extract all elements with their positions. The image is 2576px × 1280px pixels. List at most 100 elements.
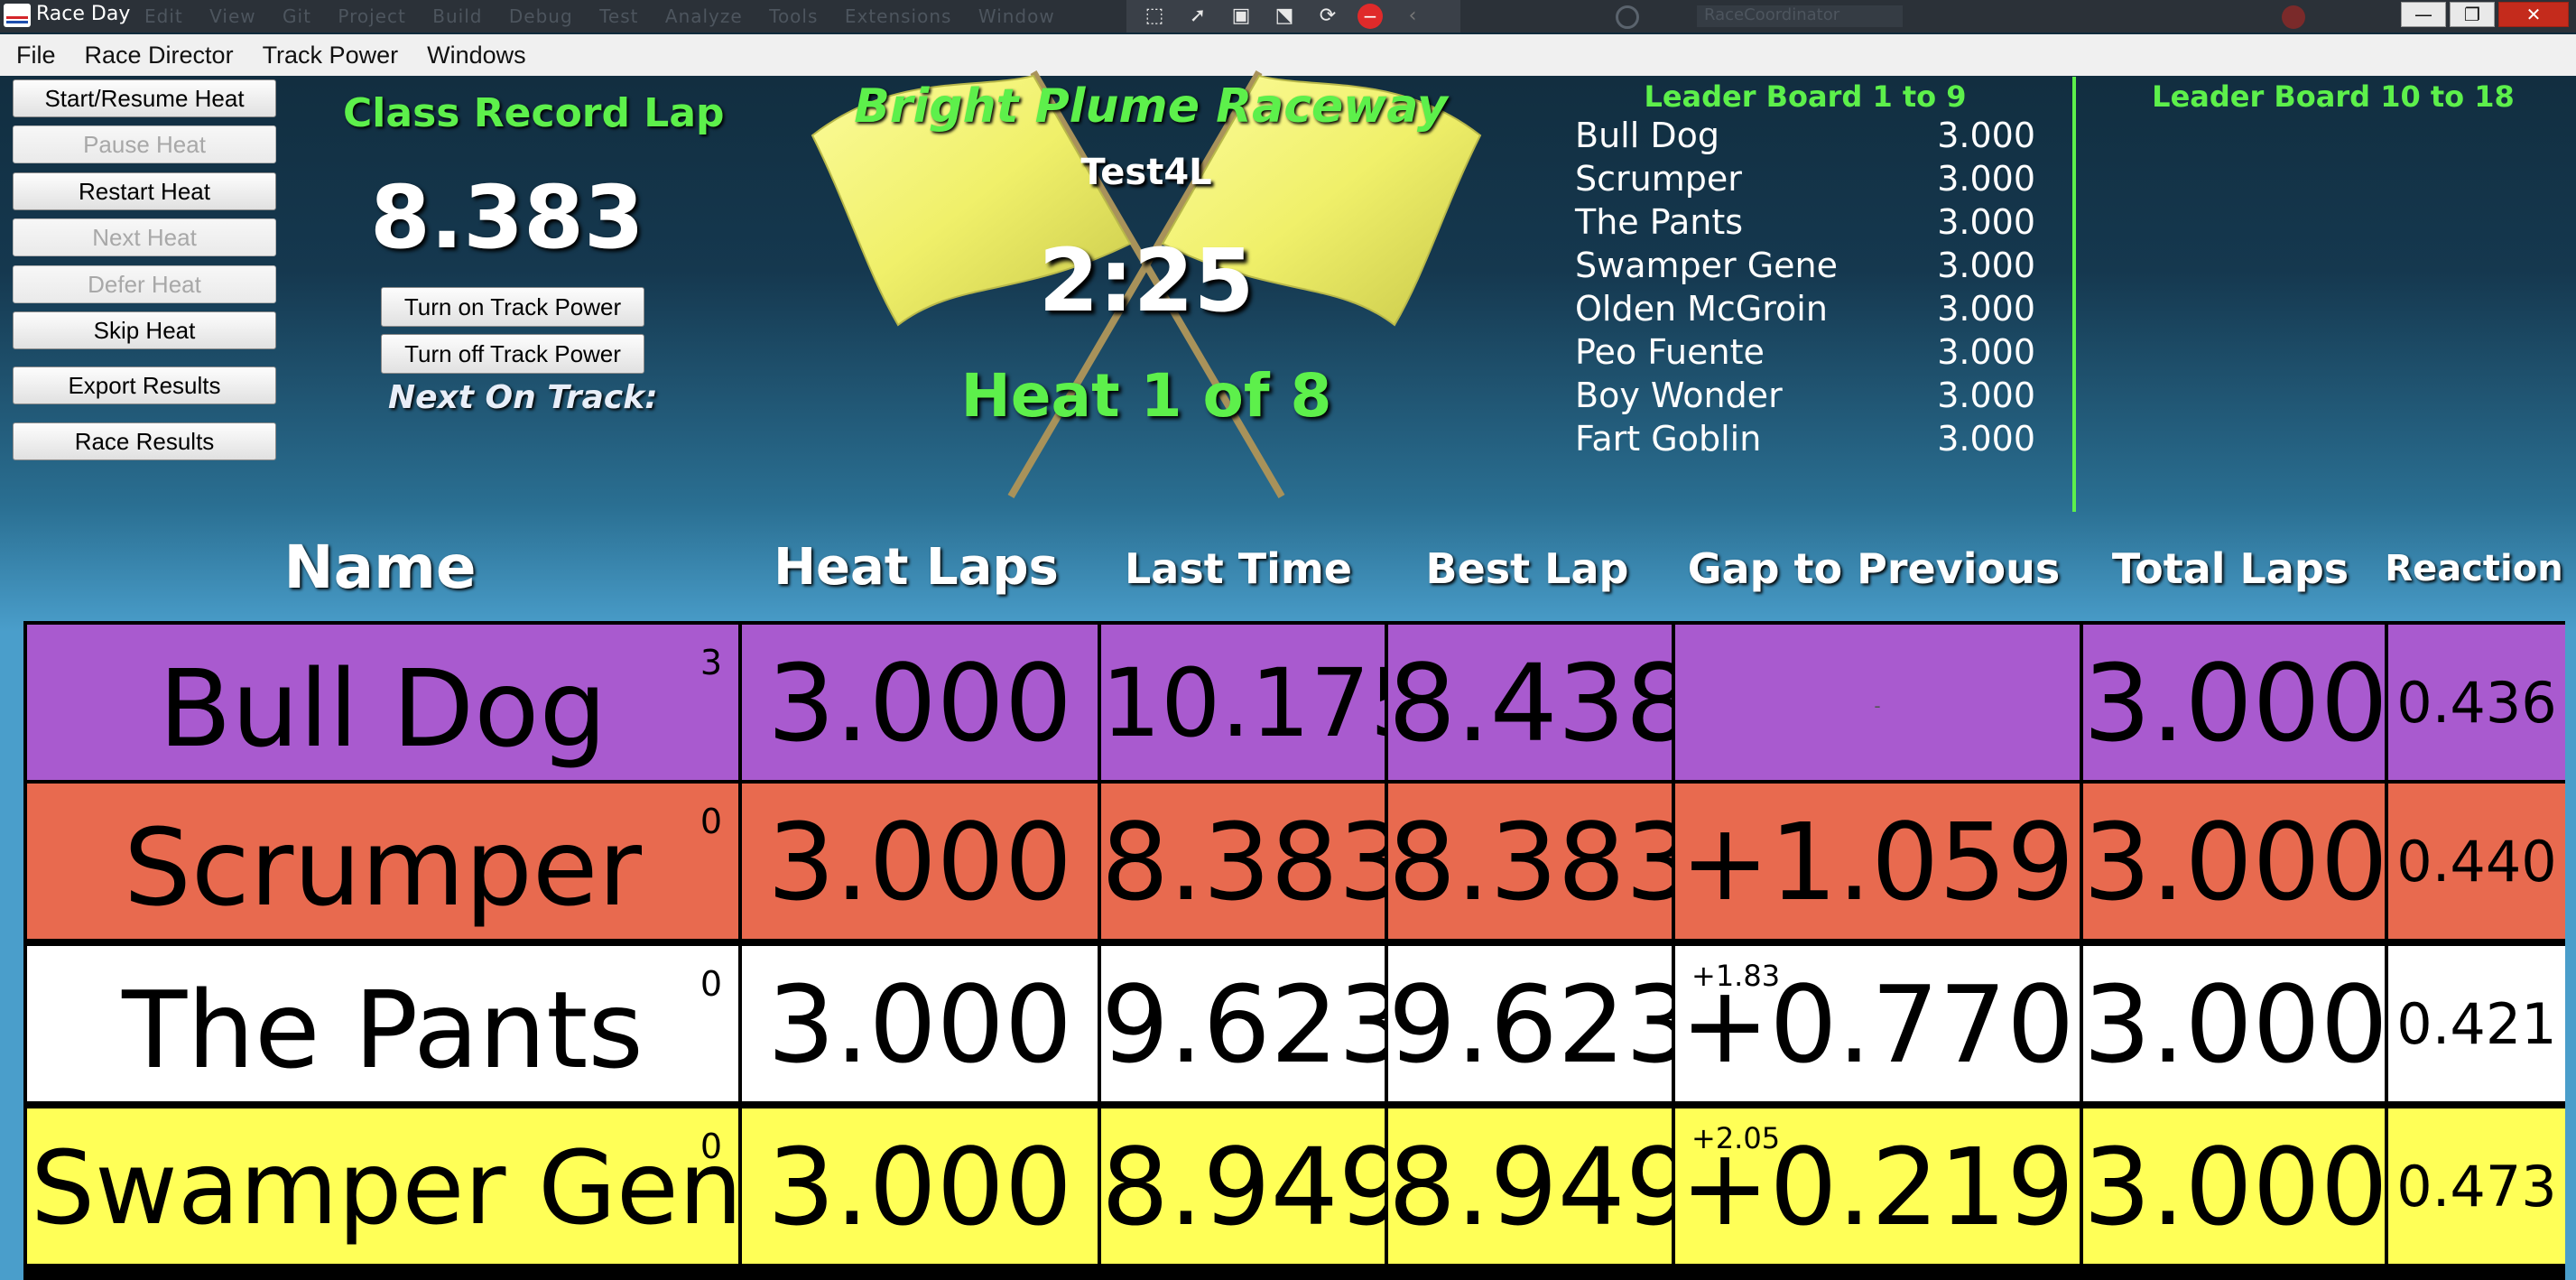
close-button[interactable]: ✕ [2498,2,2569,27]
heat-laps-cell: 3.000 [742,1108,1101,1267]
lap-count: 0 [700,1127,722,1166]
app-logo-icon [4,4,31,27]
lane-grid: Bull Dog 3 3.000 10.175 8.438 - 3.000 0.… [23,621,2565,1280]
heat-clock: 2:25 [1038,230,1255,331]
lane-name-cell: Swamper Gene 0 [27,1108,742,1267]
reaction-cell: 0.473 [2388,1108,2565,1267]
leaderboard-laps: 3.000 [1937,202,2035,242]
menu-windows[interactable]: Windows [427,42,526,70]
leaderboard-entry: Swamper Gene 3.000 [1575,246,2035,289]
menu-race-director[interactable]: Race Director [85,42,234,70]
reaction-cell: 0.436 [2388,625,2565,784]
gap-cell: +1.059 [1675,784,2083,942]
leaderboard-divider [2072,77,2076,512]
race-results-button[interactable]: Race Results [13,422,276,460]
reaction-value: 0.440 [2396,829,2557,895]
leaderboard-10-18-title: Leader Board 10 to 18 [2152,79,2515,114]
lane-name-cell: Scrumper 0 [27,784,742,942]
gap-value: +1.059 [1680,800,2075,924]
gap-cell: +2.05 +0.219 [1675,1108,2083,1267]
total-laps-cell: 3.000 [2083,1108,2388,1267]
class-record-value: 8.383 [370,167,644,268]
raceway-name: Bright Plume Raceway [854,79,1448,134]
best-lap-cell: 8.383 [1388,784,1675,942]
restart-heat-button[interactable]: Restart Heat [13,172,276,210]
total-laps-cell: 3.000 [2083,784,2388,942]
leaderboard-name: Swamper Gene [1575,246,1838,285]
class-record-title: Class Record Lap [343,90,725,136]
leaderboard-name: Scrumper [1575,159,1742,199]
leaderboard-entry: Boy Wonder 3.000 [1575,376,2035,419]
lap-count: 0 [700,964,722,1004]
minimize-button[interactable]: — [2401,2,2446,27]
skip-heat-button[interactable]: Skip Heat [13,311,276,349]
menu-file[interactable]: File [16,42,56,70]
lane-row: The Pants 0 3.000 9.623 9.623 +1.83 +0.7… [23,946,2565,1105]
leaderboard-name: Boy Wonder [1575,376,1783,415]
total-laps-cell: 3.000 [2083,946,2388,1105]
total-laps-value: 3.000 [2083,962,2388,1087]
frame-icon[interactable]: ▣ [1228,5,1255,28]
best-lap-cell: 8.949 [1388,1108,1675,1267]
reaction-cell: 0.421 [2388,946,2565,1105]
heat-laps-value: 3.000 [767,800,1072,924]
total-laps-value: 3.000 [2083,1125,2388,1249]
leaderboard-name: Olden McGroin [1575,289,1828,329]
racer-name: Swamper Gene [31,1130,742,1248]
racer-name: Scrumper [123,805,643,930]
last-time-cell: 8.383 [1101,784,1388,942]
pointer-icon[interactable]: ➚ [1184,5,1211,28]
heat-laps-value: 3.000 [767,641,1072,765]
search-icon [1616,5,1639,29]
racer-name: Bull Dog [158,646,607,771]
last-time-cell: 10.175 [1101,625,1388,784]
heat-laps-cell: 3.000 [742,784,1101,942]
leaderboard-entry: Bull Dog 3.000 [1575,116,2035,159]
leaderboard-laps: 3.000 [1937,289,2035,329]
leaderboard-name: The Pants [1575,202,1744,242]
lane-row: Scrumper 0 3.000 8.383 8.383 +1.059 3.00… [23,784,2565,942]
leaderboard-laps: 3.000 [1937,159,2035,199]
column-header-heat-laps: Heat Laps [774,538,1059,597]
reaction-value: 0.421 [2396,991,2557,1057]
pause-heat-button[interactable]: Pause Heat [13,125,276,163]
window-controls: — ❐ ✕ [2401,2,2569,27]
best-lap-value: 8.438 [1388,641,1675,765]
leaderboard-1-9-title: Leader Board 1 to 9 [1644,79,1967,114]
column-header-last-time: Last Time [1124,544,1352,593]
maximize-button[interactable]: ❐ [2450,2,2495,27]
turn-off-track-power-button[interactable]: Turn off Track Power [381,334,644,374]
last-time-value: 8.949 [1101,1125,1388,1249]
column-header-gap: Gap to Previous [1687,544,2061,593]
turn-on-track-power-button[interactable]: Turn on Track Power [381,287,644,327]
refresh-icon[interactable]: ⟳ [1314,5,1341,28]
stop-icon[interactable]: − [1357,4,1383,29]
total-laps-cell: 3.000 [2083,625,2388,784]
select-icon[interactable]: ⬚ [1141,5,1168,28]
column-header-best-lap: Best Lap [1425,544,1629,593]
leaderboard-laps: 3.000 [1937,332,2035,372]
defer-heat-button[interactable]: Defer Heat [13,265,276,303]
last-time-value: 8.383 [1101,800,1388,924]
leaderboard-name: Peo Fuente [1575,332,1765,372]
leaderboard-entry: The Pants 3.000 [1575,202,2035,246]
last-time-cell: 9.623 [1101,946,1388,1105]
best-lap-value: 8.949 [1388,1125,1675,1249]
leaderboard-entry: Olden McGroin 3.000 [1575,289,2035,332]
export-results-button[interactable]: Export Results [13,366,276,404]
next-on-track-label: Next On Track: [388,379,658,416]
reaction-value: 0.473 [2396,1154,2557,1220]
heat-laps-value: 3.000 [767,1125,1072,1249]
racer-name: The Pants [122,968,644,1092]
collapse-icon[interactable]: ‹ [1399,5,1426,28]
next-heat-button[interactable]: Next Heat [13,218,276,256]
gap-cell: +1.83 +0.770 [1675,946,2083,1105]
avatar [2282,5,2305,29]
background-search-box: RaceCoordinator [1697,5,1903,27]
region-icon[interactable]: ⬔ [1271,5,1298,28]
last-time-value: 10.175 [1101,648,1385,758]
start-resume-heat-button[interactable]: Start/Resume Heat [13,79,276,117]
column-header-total-laps: Total Laps [2111,544,2349,593]
leaderboard-laps: 3.000 [1937,116,2035,155]
menu-track-power[interactable]: Track Power [263,42,399,70]
